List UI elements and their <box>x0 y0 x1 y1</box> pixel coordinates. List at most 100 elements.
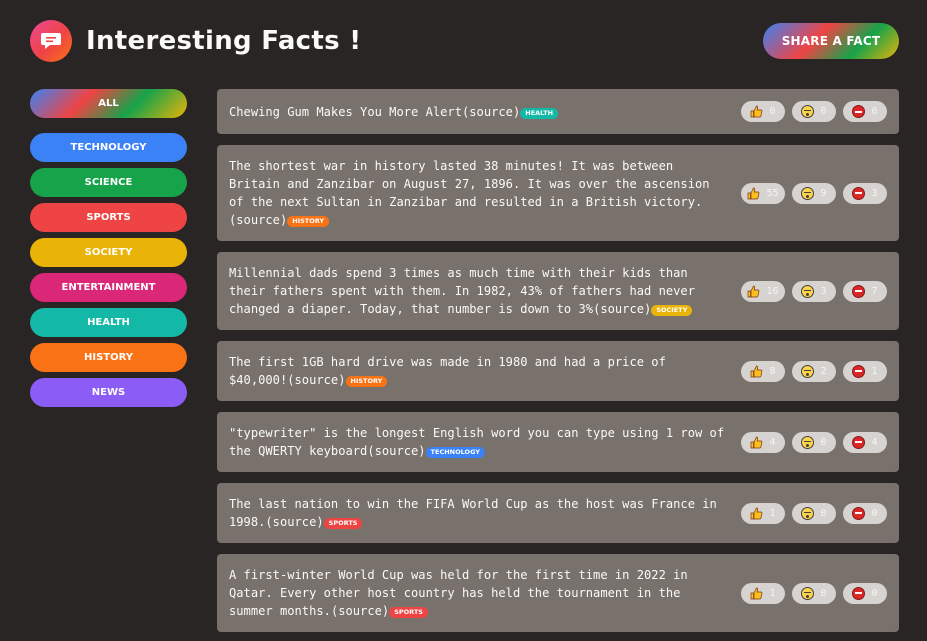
chat-bubble-icon <box>30 20 72 62</box>
category-entertainment-button[interactable]: ENTERTAINMENT <box>30 273 187 302</box>
source-link[interactable]: (source) <box>287 373 345 387</box>
source-link[interactable]: (source) <box>367 444 425 458</box>
thumbs-up-icon <box>750 105 763 118</box>
vote-count: 0 <box>820 507 827 519</box>
thumbs-up-icon <box>750 436 763 449</box>
vote-false-button[interactable]: 0 <box>843 101 887 122</box>
vote-false-button[interactable]: 4 <box>843 431 887 453</box>
category-society-button[interactable]: SOCIETY <box>30 238 187 267</box>
fact-text: The last nation to win the FIFA World Cu… <box>229 495 729 531</box>
vote-count: 8 <box>769 365 776 377</box>
no-entry-icon <box>852 435 866 449</box>
vote-buttons: 55 9 3 <box>741 182 887 204</box>
category-news-button[interactable]: NEWS <box>30 378 187 407</box>
source-link[interactable]: (source) <box>229 213 287 227</box>
vote-count: 16 <box>766 285 779 297</box>
vote-buttons: 16 3 7 <box>741 280 887 302</box>
vote-count: 1 <box>871 365 878 377</box>
vote-false-button[interactable]: 7 <box>843 280 887 302</box>
category-all-button[interactable]: ALL <box>30 89 187 118</box>
vote-buttons: 4 0 4 <box>741 431 887 453</box>
no-entry-icon <box>852 186 866 200</box>
category-tag: HISTORY <box>287 216 330 227</box>
brand: Interesting Facts ! <box>30 20 361 62</box>
source-link[interactable]: (source) <box>265 515 323 529</box>
vote-count: 3 <box>871 187 878 199</box>
vote-false-button[interactable]: 3 <box>843 182 887 204</box>
vote-count: 2 <box>820 365 827 377</box>
vote-mindblowing-button[interactable]: 0 <box>792 502 836 524</box>
source-link[interactable]: (source) <box>593 302 651 316</box>
category-tag: SPORTS <box>323 518 363 529</box>
fact-body: The shortest war in history lasted 38 mi… <box>229 159 710 209</box>
vote-mindblowing-button[interactable]: 2 <box>792 360 836 382</box>
fact-text: A first-winter World Cup was held for th… <box>229 566 729 620</box>
mind-blown-icon <box>801 586 815 600</box>
category-history-button[interactable]: HISTORY <box>30 343 187 372</box>
fact-item: The last nation to win the FIFA World Cu… <box>217 483 899 543</box>
source-link[interactable]: (source) <box>331 604 389 618</box>
no-entry-icon <box>852 364 866 378</box>
category-health-button[interactable]: HEALTH <box>30 308 187 337</box>
vote-count: 0 <box>769 106 776 117</box>
vote-buttons: 0 0 0 <box>741 101 887 122</box>
fact-item: The shortest war in history lasted 38 mi… <box>217 145 899 241</box>
vote-mindblowing-button[interactable]: 3 <box>792 280 836 302</box>
fact-text: "typewriter" is the longest English word… <box>229 424 729 460</box>
vote-mindblowing-button[interactable]: 9 <box>792 182 836 204</box>
vote-interesting-button[interactable]: 0 <box>741 101 785 122</box>
vote-count: 0 <box>871 587 878 599</box>
fact-text: The shortest war in history lasted 38 mi… <box>229 157 729 229</box>
category-science-button[interactable]: SCIENCE <box>30 168 187 197</box>
vote-false-button[interactable]: 0 <box>843 502 887 524</box>
category-technology-button[interactable]: TECHNOLOGY <box>30 133 187 162</box>
mind-blown-icon <box>801 506 815 520</box>
vote-count: 9 <box>820 187 827 199</box>
vote-interesting-button[interactable]: 1 <box>741 502 785 524</box>
fact-text: The first 1GB hard drive was made in 198… <box>229 353 729 389</box>
vote-count: 0 <box>820 106 827 117</box>
vote-count: 0 <box>871 106 878 117</box>
fact-item: Chewing Gum Makes You More Alert(source)… <box>217 89 899 134</box>
vote-count: 1 <box>769 507 776 519</box>
vote-interesting-button[interactable]: 16 <box>741 280 785 302</box>
vote-buttons: 1 0 0 <box>741 582 887 604</box>
category-tag: HISTORY <box>345 376 388 387</box>
vote-count: 0 <box>820 436 827 448</box>
vote-interesting-button[interactable]: 55 <box>741 182 785 204</box>
vote-interesting-button[interactable]: 4 <box>741 431 785 453</box>
vote-count: 4 <box>769 436 776 448</box>
vote-count: 4 <box>871 436 878 448</box>
vote-interesting-button[interactable]: 8 <box>741 360 785 382</box>
no-entry-icon <box>852 284 866 298</box>
vote-mindblowing-button[interactable]: 0 <box>792 101 836 122</box>
fact-body: A first-winter World Cup was held for th… <box>229 568 688 618</box>
vote-false-button[interactable]: 1 <box>843 360 887 382</box>
no-entry-icon <box>852 506 866 520</box>
thumbs-up-icon <box>747 285 760 298</box>
category-sidebar: ALL TECHNOLOGY SCIENCE SPORTS SOCIETY EN… <box>30 89 187 413</box>
thumbs-up-icon <box>750 365 763 378</box>
fact-item: Millennial dads spend 3 times as much ti… <box>217 252 899 330</box>
category-tag: HEALTH <box>520 107 559 119</box>
vote-mindblowing-button[interactable]: 0 <box>792 431 836 453</box>
fact-item: The first 1GB hard drive was made in 198… <box>217 341 899 401</box>
no-entry-icon <box>852 586 866 600</box>
fact-body: Chewing Gum Makes You More Alert <box>229 104 462 119</box>
source-link[interactable]: (source) <box>462 105 520 119</box>
fact-item: "typewriter" is the longest English word… <box>217 412 899 472</box>
vote-interesting-button[interactable]: 1 <box>741 582 785 604</box>
mind-blown-icon <box>801 435 815 449</box>
vote-false-button[interactable]: 0 <box>843 582 887 604</box>
thumbs-up-icon <box>750 587 763 600</box>
category-sports-button[interactable]: SPORTS <box>30 203 187 232</box>
mind-blown-icon <box>801 186 815 200</box>
page-title: Interesting Facts ! <box>86 26 362 56</box>
category-tag: SOCIETY <box>651 305 693 316</box>
fact-text: Millennial dads spend 3 times as much ti… <box>229 264 729 318</box>
vote-buttons: 1 0 0 <box>741 502 887 524</box>
share-fact-button[interactable]: SHARE A FACT <box>763 23 899 59</box>
vote-mindblowing-button[interactable]: 0 <box>792 582 836 604</box>
vote-count: 0 <box>871 507 878 519</box>
thumbs-up-icon <box>750 507 763 520</box>
